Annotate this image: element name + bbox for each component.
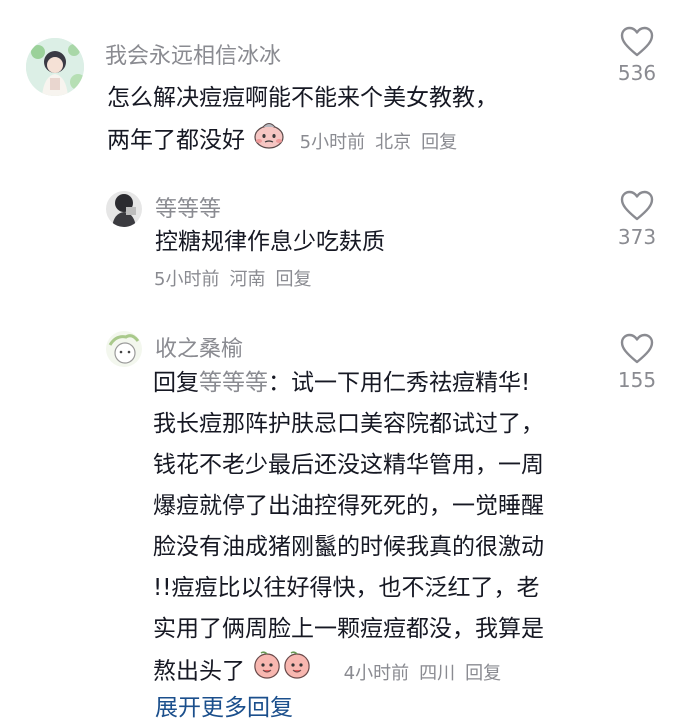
comment-line-text: 熬出头了 <box>153 658 245 685</box>
comment-meta: 4小时前 四川 回复 <box>344 663 511 684</box>
like-button[interactable]: 373 <box>592 190 682 249</box>
avatar[interactable] <box>26 38 84 96</box>
comment-time: 5小时前 <box>154 269 220 290</box>
comment-line: 我长痘那阵护肤忌口美容院都试过了， <box>153 411 544 437</box>
avatar[interactable] <box>106 331 142 367</box>
expand-more-replies-button[interactable]: 展开更多回复 <box>155 688 293 722</box>
comment-text: 回复等等等：试一下用仁秀祛痘精华! 我长痘那阵护肤忌口美容院都试过了， 钱花不老… <box>153 363 544 694</box>
heart-outline-icon <box>620 26 654 57</box>
comment-username[interactable]: 等等等 <box>155 191 221 223</box>
heart-outline-icon <box>620 333 654 364</box>
like-count: 155 <box>617 368 657 392</box>
comment-location: 四川 <box>419 662 456 684</box>
comment-username[interactable]: 收之桑榆 <box>155 331 243 363</box>
like-count: 536 <box>617 61 657 85</box>
like-button[interactable]: 536 <box>592 26 682 85</box>
comment-line: 脸没有油成猪刚鬣的时候我真的很激动 <box>153 534 544 560</box>
comment-line: !!痘痘比以往好得快，也不泛红了，老 <box>153 575 540 601</box>
comment-line: 实用了俩周脸上一颗痘痘都没，我算是 <box>153 616 544 642</box>
avatar[interactable] <box>106 191 142 227</box>
comment-line-with-emoji: 两年了都没好 5小时前 北京 回复 <box>107 119 498 163</box>
avatar-image <box>106 191 142 227</box>
comment-line-text: 两年了都没好 <box>107 127 245 154</box>
comment-line-text: ：试一下用仁秀祛痘精华! <box>268 370 531 396</box>
avatar-image <box>106 331 142 367</box>
comment-text: 控糖规律作息少吃麸质 <box>155 229 385 255</box>
reply-button[interactable]: 回复 <box>465 663 501 684</box>
comment-location: 河南 <box>229 269 266 290</box>
comment-meta: 5小时前 河南 回复 <box>154 265 321 291</box>
peach-face-emoji <box>252 119 286 163</box>
reply-button[interactable]: 回复 <box>275 269 311 290</box>
comment-line: 怎么解决痘痘啊能不能来个美女教教， <box>107 85 498 111</box>
comment-line: 钱花不老少最后还没这精华管用，一周 <box>153 452 544 478</box>
reply-button[interactable]: 回复 <box>421 132 457 153</box>
comment-line: 爆痘就停了出油控得死死的，一觉睡醒 <box>153 493 544 519</box>
comment-location: 北京 <box>375 131 412 153</box>
comment-text: 怎么解决痘痘啊能不能来个美女教教， 两年了都没好 5小时前 北京 回复 <box>107 78 498 163</box>
comment-meta: 5小时前 北京 回复 <box>300 132 467 153</box>
like-count: 373 <box>617 225 657 249</box>
comment-time: 4小时前 <box>343 662 410 684</box>
reply-prefix: 回复 <box>153 370 199 396</box>
comment-time: 5小时前 <box>299 131 366 153</box>
heart-outline-icon <box>620 190 654 221</box>
avatar-image <box>26 38 84 96</box>
comment-line: 回复等等等：试一下用仁秀祛痘精华! <box>153 363 544 404</box>
comment-username[interactable]: 我会永远相信冰冰 <box>105 38 281 70</box>
reply-target-username[interactable]: 等等等 <box>199 370 268 396</box>
like-button[interactable]: 155 <box>592 333 682 392</box>
